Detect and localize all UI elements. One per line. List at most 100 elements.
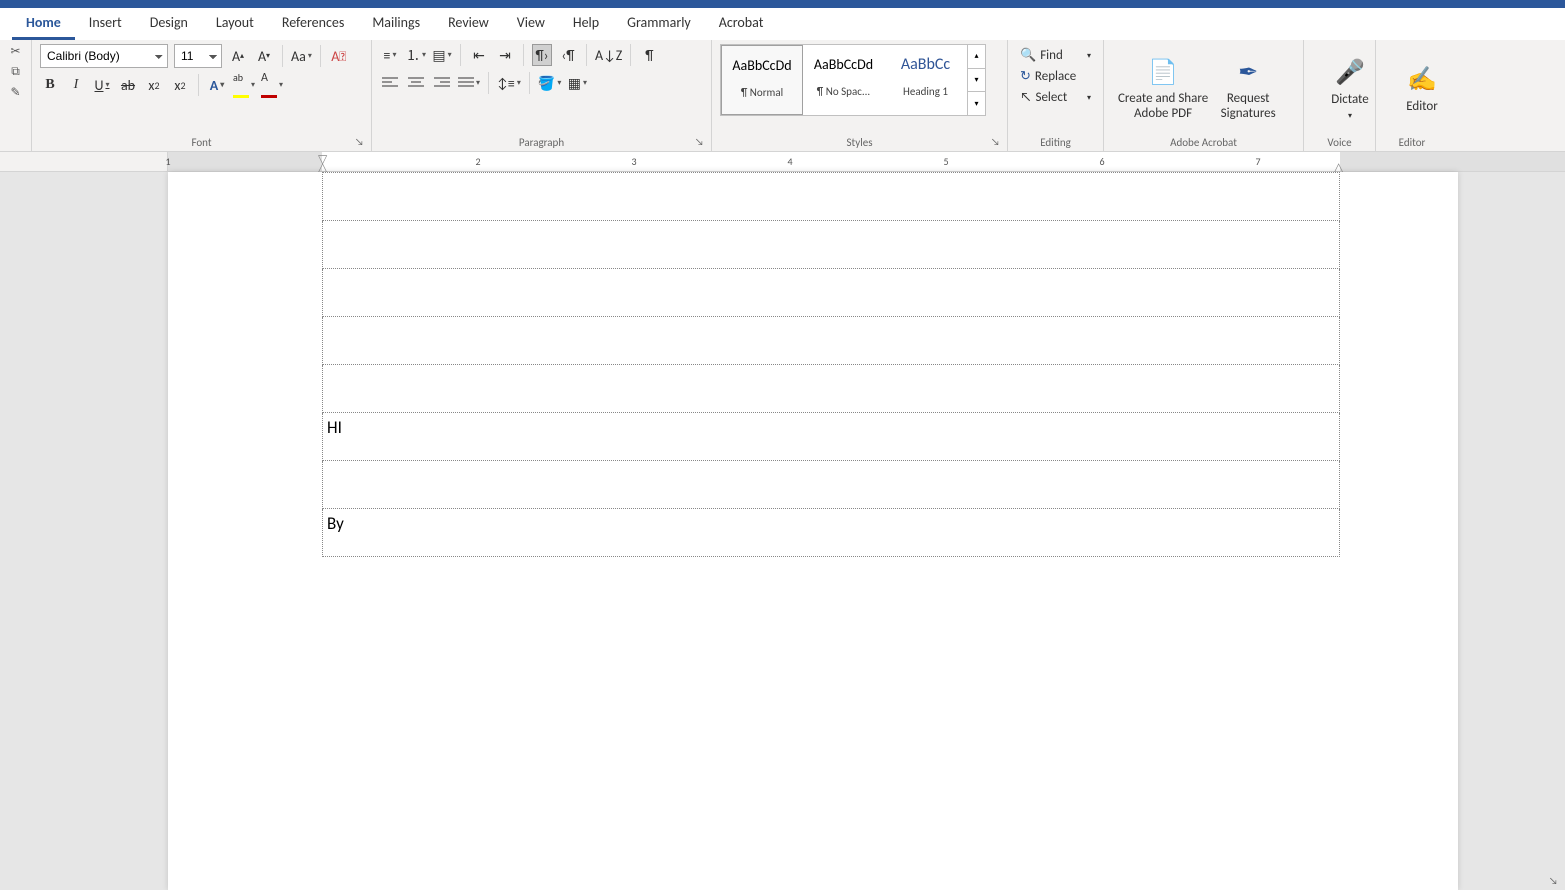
grow-font-icon[interactable]: A▴ — [228, 45, 248, 67]
table-row[interactable]: HI — [323, 413, 1340, 461]
editor-button[interactable]: ✍ Editor — [1390, 48, 1454, 130]
table-cell[interactable]: By — [323, 509, 1340, 557]
change-case-icon[interactable]: Aa — [291, 45, 312, 67]
clipboard-launcher-icon[interactable]: ↘ — [1549, 874, 1563, 888]
create-share-pdf-button[interactable]: 📄 Create and Share Adobe PDF — [1118, 48, 1208, 130]
table-cell[interactable] — [323, 269, 1340, 317]
style-normal[interactable]: AaBbCcDd ¶ Normal — [721, 45, 803, 115]
subscript-button[interactable]: x2 — [144, 74, 164, 96]
request-signatures-button[interactable]: ✒ Request Signatures — [1216, 48, 1280, 130]
tab-help[interactable]: Help — [559, 8, 613, 40]
tab-layout[interactable]: Layout — [202, 8, 268, 40]
table-row[interactable] — [323, 365, 1340, 413]
title-bar — [0, 0, 1565, 8]
font-color-icon[interactable]: A — [261, 74, 283, 96]
ribbon: ✂ ⧉ ✎ ↘ Calibri (Body) 11 A▴ A▾ Aa A⃠ B — [0, 40, 1565, 152]
tab-view[interactable]: View — [503, 8, 559, 40]
highlight-color-icon[interactable]: ab — [233, 74, 255, 96]
tab-home[interactable]: Home — [12, 8, 75, 40]
replace-button[interactable]: ↻ Replace — [1016, 67, 1095, 86]
bullets-icon[interactable]: ≡ — [380, 44, 400, 66]
font-group-label: Font — [40, 134, 363, 151]
clear-formatting-icon[interactable]: A⃠ — [329, 45, 349, 67]
editing-group-label: Editing — [1016, 134, 1095, 151]
dictate-button[interactable]: 🎤 Dictate ▾ — [1318, 48, 1382, 130]
styles-more-icon[interactable]: ▾ — [968, 92, 985, 115]
table-cell[interactable] — [323, 365, 1340, 413]
styles-down-icon[interactable]: ▾ — [968, 69, 985, 93]
shrink-font-icon[interactable]: A▾ — [254, 45, 274, 67]
show-marks-icon[interactable]: ¶ — [639, 44, 659, 66]
style-label: Heading 1 — [889, 85, 962, 98]
ruler-corner — [0, 152, 168, 171]
ltr-icon[interactable]: ¶› — [532, 44, 552, 66]
format-painter-icon[interactable]: ✎ — [10, 85, 20, 100]
table-row[interactable] — [323, 317, 1340, 365]
align-center-icon[interactable] — [406, 72, 426, 94]
superscript-button[interactable]: x2 — [170, 74, 190, 96]
find-button[interactable]: 🔍 Find ▾ — [1016, 46, 1095, 65]
tab-grammarly[interactable]: Grammarly — [613, 8, 705, 40]
strikethrough-button[interactable]: ab — [118, 74, 138, 96]
signature-icon: ✒ — [1238, 57, 1258, 87]
tab-review[interactable]: Review — [434, 8, 503, 40]
underline-button[interactable]: U — [92, 74, 112, 96]
tab-insert[interactable]: Insert — [75, 8, 136, 40]
align-right-icon[interactable] — [432, 72, 452, 94]
ruler: ▽ △ △ 1 2 3 4 5 6 7 — [0, 152, 1565, 172]
tab-design[interactable]: Design — [136, 8, 202, 40]
select-button[interactable]: ↖ Select ▾ — [1016, 88, 1095, 107]
table-cell[interactable]: HI — [323, 413, 1340, 461]
align-left-icon[interactable] — [380, 72, 400, 94]
styles-launcher-icon[interactable]: ↘ — [991, 135, 1005, 149]
style-heading-1[interactable]: AaBbCc Heading 1 — [885, 45, 967, 115]
table-cell[interactable] — [323, 461, 1340, 509]
chevron-down-icon: ▾ — [1087, 51, 1091, 61]
font-size-select[interactable]: 11 — [174, 44, 222, 68]
sort-icon[interactable]: A↓Z — [595, 44, 622, 66]
justify-icon[interactable] — [458, 72, 480, 94]
replace-icon: ↻ — [1020, 69, 1031, 84]
font-launcher-icon[interactable]: ↘ — [355, 135, 369, 149]
tab-references[interactable]: References — [268, 8, 358, 40]
voice-group-label: Voice — [1312, 134, 1367, 151]
style-no-spacing[interactable]: AaBbCcDd ¶ No Spac... — [803, 45, 885, 115]
table-cell[interactable] — [323, 317, 1340, 365]
table-row[interactable] — [323, 221, 1340, 269]
table-row[interactable] — [323, 173, 1340, 221]
rtl-icon[interactable]: ‹¶ — [558, 44, 578, 66]
paragraph-launcher-icon[interactable]: ↘ — [695, 135, 709, 149]
borders-icon[interactable]: ▦ — [567, 72, 587, 94]
table-row[interactable] — [323, 269, 1340, 317]
styles-group-label: Styles — [720, 134, 999, 151]
search-icon: 🔍 — [1020, 48, 1036, 63]
numbering-icon[interactable]: ⒈ — [406, 44, 426, 66]
table-row[interactable]: By — [323, 509, 1340, 557]
italic-button[interactable]: I — [66, 74, 86, 96]
styles-up-icon[interactable]: ▴ — [968, 45, 985, 69]
increase-indent-icon[interactable]: ⇥ — [495, 44, 515, 66]
horizontal-ruler[interactable]: ▽ △ △ 1 2 3 4 5 6 7 — [168, 152, 1565, 171]
chevron-down-icon: ▾ — [1348, 111, 1352, 121]
editor-group: ✍ Editor Editor — [1376, 40, 1448, 151]
acrobat-group: 📄 Create and Share Adobe PDF ✒ Request S… — [1104, 40, 1304, 151]
copy-icon[interactable]: ⧉ — [11, 65, 20, 79]
line-spacing-icon[interactable]: ↕≡ — [497, 72, 521, 94]
document-table[interactable]: HI By — [322, 172, 1340, 557]
shading-icon[interactable]: 🪣 — [538, 72, 561, 94]
chevron-down-icon: ▾ — [1087, 93, 1091, 103]
tab-acrobat[interactable]: Acrobat — [705, 8, 778, 40]
document-page[interactable]: HI By — [168, 172, 1458, 890]
style-label: ¶ No Spac... — [807, 85, 880, 98]
voice-group: 🎤 Dictate ▾ Voice — [1304, 40, 1376, 151]
cut-icon[interactable]: ✂ — [10, 44, 20, 59]
table-cell[interactable] — [323, 221, 1340, 269]
multilevel-list-icon[interactable]: ▤ — [432, 44, 452, 66]
table-cell[interactable] — [323, 173, 1340, 221]
bold-button[interactable]: B — [40, 74, 60, 96]
decrease-indent-icon[interactable]: ⇤ — [469, 44, 489, 66]
text-effects-icon[interactable]: A — [207, 74, 227, 96]
font-name-select[interactable]: Calibri (Body) — [40, 44, 168, 68]
table-row[interactable] — [323, 461, 1340, 509]
tab-mailings[interactable]: Mailings — [358, 8, 434, 40]
